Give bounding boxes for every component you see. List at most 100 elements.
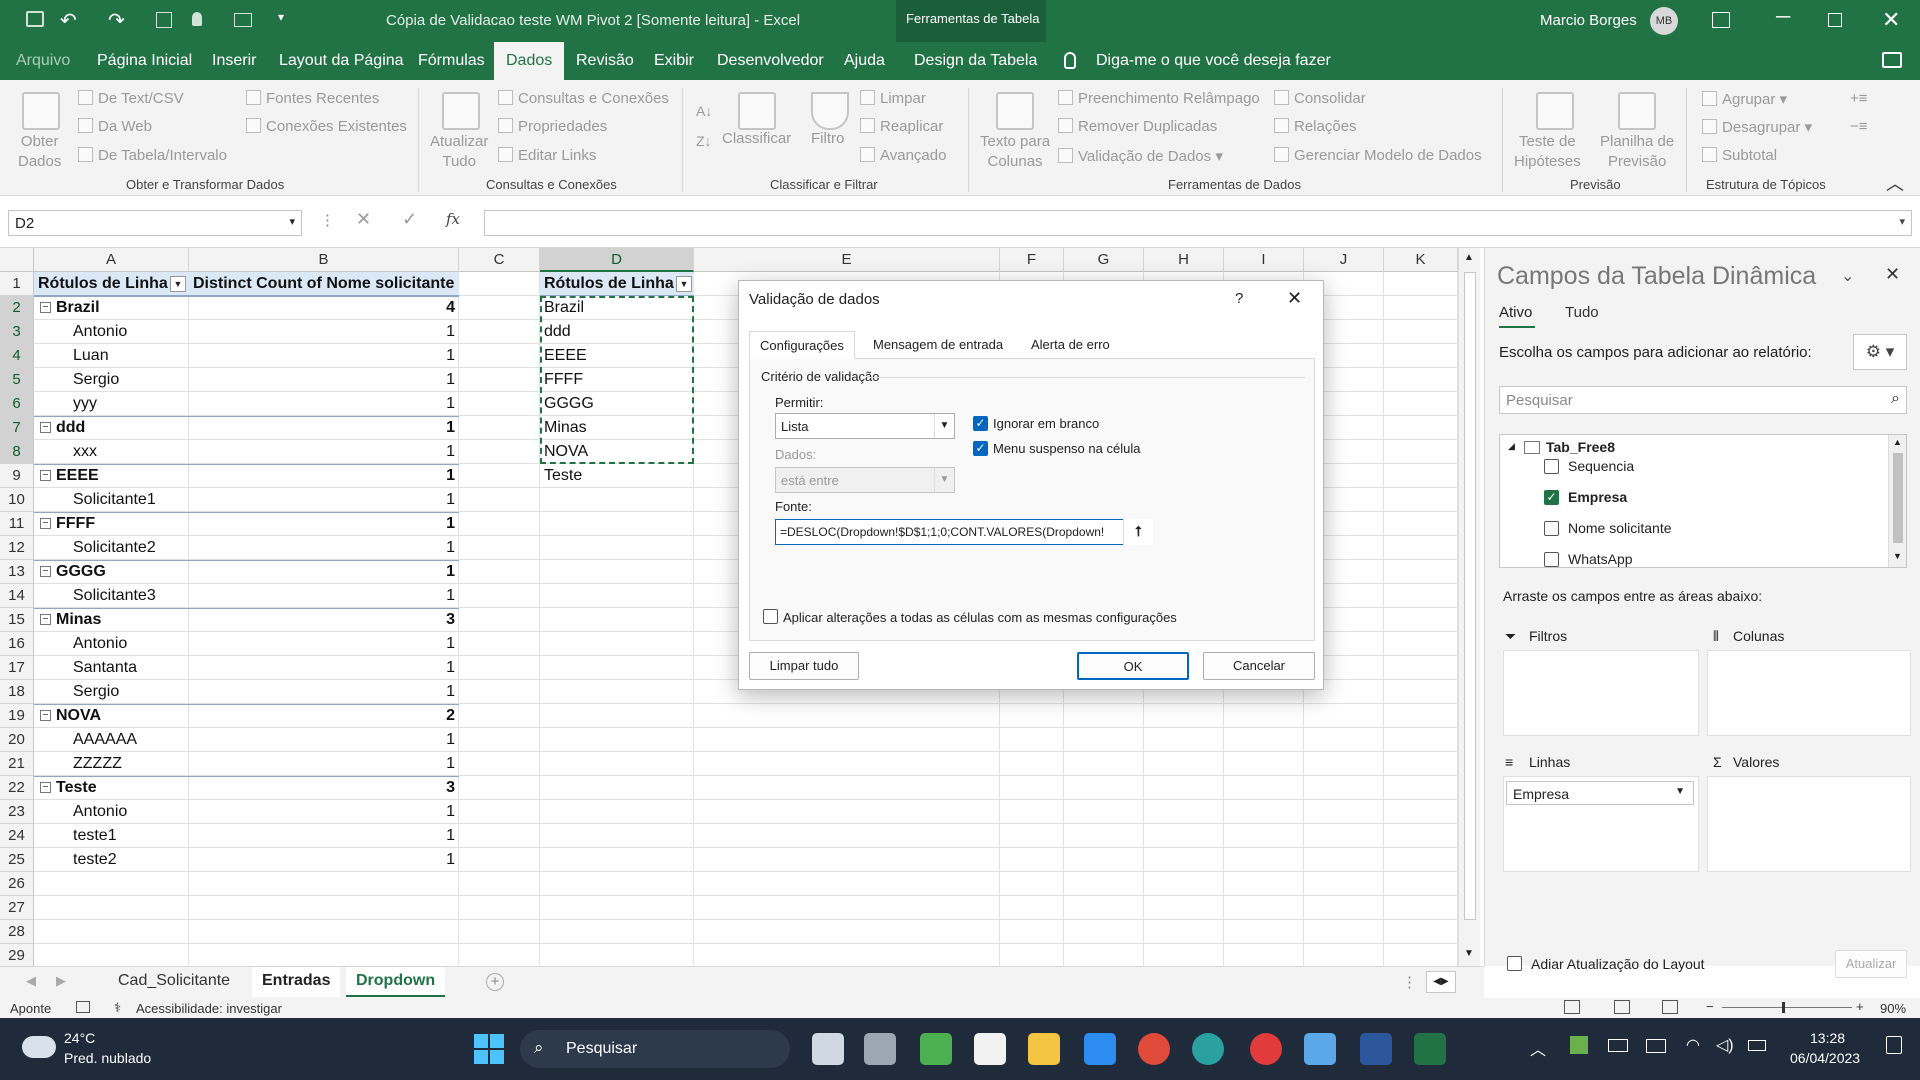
sort-filter-icon[interactable]: ▼: [676, 276, 692, 292]
tab-desenvolvedor[interactable]: Desenvolvedor: [713, 42, 828, 80]
row-header[interactable]: 26: [0, 872, 34, 896]
cancel-icon[interactable]: ✕: [356, 209, 371, 230]
lightbulb-icon[interactable]: [192, 12, 202, 26]
data-select[interactable]: está entre ▼: [775, 467, 955, 493]
tab-alerta-erro[interactable]: Alerta de erro: [1021, 331, 1120, 359]
scroll-up-icon[interactable]: ▲: [1893, 437, 1902, 447]
what-if-button[interactable]: Teste de Hipóteses: [1514, 132, 1581, 172]
collapse-group-icon[interactable]: −: [40, 422, 51, 433]
columns-area[interactable]: [1707, 650, 1911, 736]
chevron-down-icon[interactable]: ▼: [934, 414, 954, 438]
pivot-item-value[interactable]: 1: [193, 587, 455, 605]
add-sheet-icon[interactable]: +: [486, 973, 504, 991]
zoom-out-icon[interactable]: −: [1706, 999, 1714, 1014]
pivot-group-value[interactable]: 3: [193, 611, 455, 629]
row-header[interactable]: 14: [0, 584, 34, 608]
dropdown-checkbox[interactable]: ✓: [973, 441, 988, 456]
scroll-up-icon[interactable]: ▲: [1464, 252, 1474, 263]
pivot-item-value[interactable]: 1: [193, 803, 455, 821]
cancel-button[interactable]: Cancelar: [1203, 652, 1315, 680]
normal-view-icon[interactable]: [1564, 1000, 1580, 1014]
row-header[interactable]: 19: [0, 704, 34, 728]
pivot-item-value[interactable]: 1: [193, 851, 455, 869]
show-detail-icon[interactable]: +≡: [1850, 90, 1868, 107]
pivot-item-label[interactable]: Luan: [73, 347, 109, 365]
calculator-icon[interactable]: [864, 1033, 896, 1065]
tab-inserir[interactable]: Inserir: [208, 42, 260, 80]
pivot-item-label[interactable]: yyy: [73, 395, 97, 413]
vertical-scrollbar[interactable]: ▲ ▼: [1458, 248, 1480, 966]
ribbon-display-icon[interactable]: [1712, 12, 1730, 28]
pivot-group-value[interactable]: 1: [193, 467, 455, 485]
pivot-group-value[interactable]: 2: [193, 707, 455, 725]
consolidate-button[interactable]: Consolidar: [1274, 90, 1366, 107]
filter-dropdown-icon[interactable]: ▼: [170, 276, 186, 292]
notes-icon[interactable]: [920, 1033, 952, 1065]
form-icon[interactable]: [156, 12, 172, 28]
macro-icon[interactable]: [76, 1001, 90, 1013]
pivot-item-value[interactable]: 1: [193, 443, 455, 461]
tab-ajuda[interactable]: Ajuda: [840, 42, 889, 80]
field-checkbox[interactable]: [1544, 459, 1559, 474]
collapse-group-icon[interactable]: −: [40, 518, 51, 529]
tab-exibir[interactable]: Exibir: [650, 42, 698, 80]
pivot-item-value[interactable]: 1: [193, 491, 455, 509]
column-header[interactable]: K: [1384, 248, 1458, 272]
row-header[interactable]: 18: [0, 680, 34, 704]
pivot-item-value[interactable]: 1: [193, 635, 455, 653]
close-icon[interactable]: ✕: [1885, 264, 1900, 285]
column-header[interactable]: D: [540, 248, 694, 272]
properties-button[interactable]: Propriedades: [498, 118, 607, 135]
pivot-group-label[interactable]: Teste: [56, 779, 97, 797]
column-header[interactable]: H: [1144, 248, 1224, 272]
row-header[interactable]: 11: [0, 512, 34, 536]
pivot-item-label[interactable]: teste1: [73, 827, 117, 845]
taskbar-search[interactable]: ⌕ Pesquisar: [520, 1030, 790, 1068]
minimize-icon[interactable]: ─: [1776, 6, 1790, 29]
pivot-group-label[interactable]: EEEE: [56, 467, 99, 485]
page-layout-view-icon[interactable]: [1614, 1000, 1630, 1014]
display-icon[interactable]: [1646, 1039, 1666, 1053]
collapse-group-icon[interactable]: −: [40, 614, 51, 625]
pivot-item-label[interactable]: ZZZZZ: [73, 755, 122, 773]
pivot-group-value[interactable]: 1: [193, 563, 455, 581]
flash-fill-button[interactable]: Preenchimento Relâmpago: [1058, 90, 1260, 107]
wifi-icon[interactable]: ◠: [1686, 1035, 1700, 1055]
data-validation-button[interactable]: Validação de Dados ▾: [1058, 147, 1223, 165]
scroll-down-icon[interactable]: ▼: [1893, 551, 1902, 561]
row-header[interactable]: 12: [0, 536, 34, 560]
save-icon[interactable]: [26, 11, 44, 27]
collapse-ribbon-icon[interactable]: ︿: [1886, 170, 1904, 196]
row-header[interactable]: 25: [0, 848, 34, 872]
clear-filter-button[interactable]: Limpar: [860, 90, 926, 107]
collapse-icon[interactable]: ◢: [1508, 441, 1515, 452]
update-button[interactable]: Atualizar: [1835, 950, 1907, 978]
avatar[interactable]: MB: [1650, 7, 1678, 35]
row-header[interactable]: 16: [0, 632, 34, 656]
row-header[interactable]: 17: [0, 656, 34, 680]
sort-button[interactable]: Classificar: [722, 130, 791, 147]
field-list-scrollbar[interactable]: ▲ ▼: [1888, 435, 1906, 567]
column-header[interactable]: J: [1304, 248, 1384, 272]
refresh-all-button[interactable]: Atualizar Tudo: [430, 132, 488, 172]
chevron-down-icon[interactable]: ⌄: [1841, 266, 1854, 286]
tab-pagina-inicial[interactable]: Página Inicial: [93, 42, 196, 80]
pivot-item-value[interactable]: 1: [193, 323, 455, 341]
collapse-group-icon[interactable]: −: [40, 470, 51, 481]
rows-field-empresa[interactable]: Empresa ▼: [1506, 781, 1694, 805]
tab-dados[interactable]: Dados: [494, 42, 565, 80]
from-text-csv-button[interactable]: De Text/CSV: [78, 90, 184, 107]
text-to-columns-button[interactable]: Texto para Colunas: [980, 132, 1050, 172]
pivot2-header[interactable]: Rótulos de Linha: [544, 275, 674, 293]
help-icon[interactable]: ?: [1235, 290, 1243, 307]
apply-all-checkbox[interactable]: [763, 609, 778, 624]
field-label[interactable]: Nome solicitante: [1568, 520, 1672, 536]
pivot-item-value[interactable]: 1: [193, 731, 455, 749]
tab-tudo[interactable]: Tudo: [1565, 304, 1599, 321]
pivot-header-count[interactable]: Distinct Count of Nome solicitante: [193, 275, 454, 293]
store-icon[interactable]: [974, 1033, 1006, 1065]
tab-arquivo[interactable]: Arquivo: [12, 42, 74, 80]
collapse-group-icon[interactable]: −: [40, 782, 51, 793]
row-header[interactable]: 15: [0, 608, 34, 632]
row-header[interactable]: 27: [0, 896, 34, 920]
